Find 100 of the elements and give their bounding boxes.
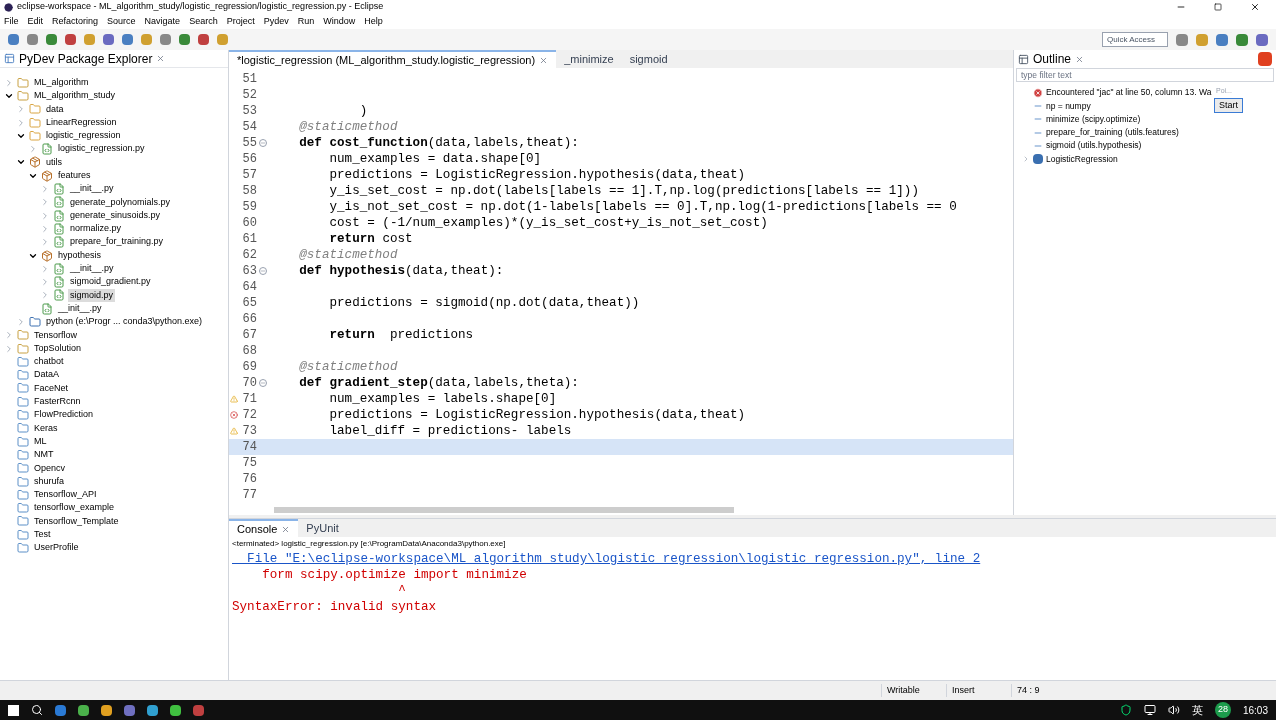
perspective-icon[interactable] [1196, 33, 1208, 46]
tree-item[interactable]: prepare_for_training.py [68, 235, 166, 249]
tree-item[interactable]: generate_sinusoids.py [68, 208, 163, 223]
tree-item[interactable]: DataA [32, 368, 61, 382]
tree-item[interactable]: UserProfile [32, 541, 81, 555]
toolbar-icon[interactable] [122, 34, 133, 45]
tab[interactable]: Console [229, 519, 299, 537]
ime-indicator[interactable]: 英 [1191, 701, 1203, 719]
filter-field[interactable]: type filter text [1016, 68, 1274, 82]
close-icon[interactable] [1250, 2, 1260, 12]
tree-item[interactable]: logistic_regression [44, 129, 123, 143]
menu-item[interactable]: Edit [27, 14, 44, 29]
tree-item[interactable]: ML_algorithm [32, 75, 91, 90]
tree-item[interactable]: __init__.py [68, 262, 116, 276]
menu-item[interactable]: Refactoring [52, 14, 99, 29]
menu-item[interactable]: Source [107, 14, 136, 29]
tree-item[interactable]: hypothesis [56, 248, 104, 263]
panel-title[interactable]: Outline [1033, 50, 1072, 68]
menu-item[interactable]: Run [297, 14, 315, 29]
tree-item[interactable]: normalize.py [68, 222, 124, 236]
perspective-icon[interactable] [1256, 33, 1268, 46]
tree-item[interactable]: LinearRegression [44, 115, 119, 130]
tree-item[interactable]: chatbot [32, 355, 66, 369]
tree-item[interactable]: utils [44, 155, 64, 170]
scrollbar[interactable] [274, 507, 734, 513]
toolbar-icon[interactable] [179, 34, 190, 45]
tree-item[interactable]: FasterRcnn [32, 395, 83, 409]
menu-item[interactable]: Window [323, 14, 356, 29]
ime-toolbar-icon[interactable] [1258, 52, 1272, 66]
quick-access-field[interactable]: Quick Access [1102, 32, 1168, 47]
menu-item[interactable]: Pydev [263, 14, 289, 29]
taskbar-app-icon[interactable] [55, 704, 66, 716]
network-icon[interactable] [1143, 704, 1156, 716]
fold-icon[interactable] [259, 379, 267, 387]
taskbar-app-icon[interactable] [193, 704, 204, 716]
toolbar-icon[interactable] [84, 34, 95, 45]
maximize-icon[interactable] [1214, 3, 1222, 11]
toolbar-icon[interactable] [46, 34, 57, 45]
tree-item[interactable]: generate_polynomials.py [68, 195, 173, 210]
tree-item[interactable]: tensorflow_example [32, 501, 117, 515]
tree-item[interactable]: Tensorflow [32, 328, 80, 343]
tree-item[interactable]: sigmoid_gradient.py [68, 275, 153, 289]
taskbar-app-icon[interactable] [170, 704, 181, 716]
menu-item[interactable]: Navigate [144, 14, 181, 29]
tree-item[interactable]: Test [32, 528, 53, 542]
menu-item[interactable]: File [4, 14, 19, 29]
tab[interactable]: sigmoid [621, 50, 676, 68]
tree-item[interactable]: sigmoid.py [68, 288, 116, 303]
outline-item[interactable]: LogisticRegression [1046, 152, 1118, 166]
toolbar-icon[interactable] [8, 34, 19, 45]
taskbar-app-icon[interactable] [124, 704, 135, 716]
toolbar-icon[interactable] [217, 34, 228, 45]
tab[interactable]: PyUnit [298, 519, 347, 537]
taskbar-app-icon[interactable] [147, 704, 158, 716]
tree-item[interactable]: ML [32, 434, 49, 449]
tree-item[interactable]: TopSolution [32, 341, 84, 356]
tree-item[interactable]: features [56, 169, 93, 183]
console-link[interactable]: File "E:\eclipse-workspace\ML_algorithm_study\logistic_regression\logistic_regression.py", line 2 [229, 550, 984, 566]
tree-item[interactable]: __init__.py [68, 182, 116, 196]
tree-item[interactable]: logistic_regression.py [56, 142, 147, 156]
notification-badge[interactable]: 28 [1214, 702, 1231, 718]
tree-item[interactable]: python (e:\Progr ... conda3\python.exe) [44, 315, 205, 329]
tree-item[interactable]: NMT [32, 448, 56, 462]
menu-item[interactable]: Project [226, 14, 255, 29]
toolbar-icon[interactable] [65, 34, 76, 45]
tree-item[interactable]: Keras [32, 421, 60, 436]
taskbar-app-icon[interactable] [78, 704, 89, 716]
perspective-icon[interactable] [1236, 33, 1248, 46]
fold-icon[interactable] [259, 267, 267, 275]
tree-item[interactable]: shurufa [32, 474, 67, 489]
fold-icon[interactable] [259, 139, 267, 147]
toolbar-icon[interactable] [198, 34, 209, 45]
tree-item[interactable]: data [44, 102, 66, 116]
shield-icon[interactable] [1119, 704, 1132, 716]
toolbar-icon[interactable] [103, 34, 114, 45]
tree-item[interactable]: Opencv [32, 461, 68, 475]
outline-item[interactable]: sigmoid (utils.hypothesis) [1046, 139, 1142, 153]
panel-title[interactable]: PyDev Package Explorer [19, 49, 153, 68]
outline-item[interactable]: minimize (scipy.optimize) [1046, 112, 1141, 126]
tree-item[interactable]: FlowPrediction [32, 408, 96, 422]
search-icon[interactable] [31, 704, 43, 716]
outline-item[interactable]: prepare_for_training (utils.features) [1046, 126, 1179, 139]
taskbar-app-icon[interactable] [101, 704, 112, 716]
volume-icon[interactable] [1167, 704, 1180, 716]
toolbar-icon[interactable] [141, 34, 152, 45]
outline-item[interactable]: np = numpy [1046, 99, 1091, 113]
tree-item[interactable]: __init__.py [56, 301, 104, 316]
tab[interactable]: _minimize [556, 50, 622, 68]
toolbar-icon[interactable] [27, 34, 38, 45]
start-button[interactable]: Start [1214, 97, 1243, 113]
tree-item[interactable]: Tensorflow_API [32, 488, 99, 502]
menu-item[interactable]: Help [364, 14, 383, 29]
tree-item[interactable]: FaceNet [32, 381, 70, 396]
start-icon[interactable] [8, 704, 19, 716]
toolbar-icon[interactable] [160, 34, 171, 45]
perspective-icon[interactable] [1176, 33, 1188, 46]
menu-item[interactable]: Search [189, 14, 218, 29]
tab[interactable]: *logistic_regression (ML_algorithm_study.logistic_regression) [229, 50, 557, 68]
perspective-icon[interactable] [1216, 33, 1228, 46]
outline-item[interactable]: Encountered "jac" at line 50, column 13. Wa [1046, 86, 1212, 99]
